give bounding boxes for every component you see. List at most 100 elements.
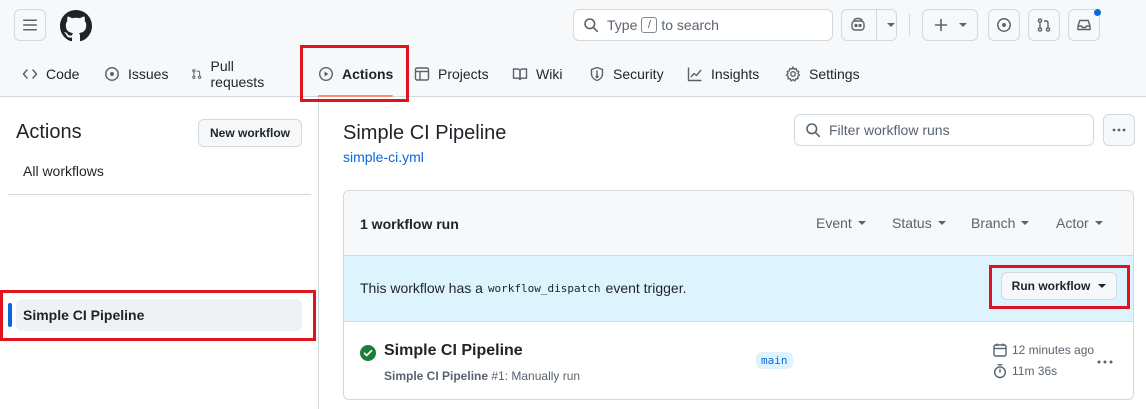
run-title-link[interactable]: Simple CI Pipeline: [384, 342, 523, 360]
book-icon: [512, 68, 528, 81]
search-placeholder-prefix: Type: [607, 17, 638, 33]
code-icon: [22, 69, 38, 79]
dispatch-code: workflow_dispatch: [487, 281, 601, 295]
search-icon: [584, 18, 599, 33]
run-workflow-button[interactable]: Run workflow: [1001, 272, 1117, 300]
shield-icon: [590, 66, 604, 82]
tab-actions-label: Actions: [342, 66, 394, 82]
check-circle-fill-icon: [360, 345, 376, 361]
tab-settings[interactable]: Settings: [785, 52, 860, 96]
tab-pull-requests-label: Pull requests: [210, 58, 265, 90]
tab-pull-requests[interactable]: Pull requests: [191, 52, 269, 96]
search-shortcut-key: /: [641, 17, 658, 33]
workflow-file-link[interactable]: simple-ci.yml: [343, 149, 424, 165]
play-icon: [318, 66, 334, 82]
workflow-title: Simple CI Pipeline: [343, 122, 507, 144]
github-actions-page: Type / to search Code Issues Pull reques…: [0, 0, 1146, 409]
run-duration-label: 11m 36s: [1012, 364, 1058, 378]
tab-projects-label: Projects: [438, 66, 489, 82]
global-header: Type / to search Code Issues Pull reques…: [0, 0, 1146, 97]
workflows-sidebar: Actions New workflow All workflows Simpl…: [0, 97, 319, 409]
stopwatch-icon: [993, 364, 1007, 379]
actor-filter-menu[interactable]: Actor: [1056, 215, 1103, 231]
hamburger-menu-button[interactable]: [14, 9, 46, 41]
workflow-dispatch-banner: This workflow has a workflow_dispatch ev…: [344, 256, 1133, 322]
run-count: 1 workflow run: [360, 216, 459, 232]
run-meta-detail: #1: Manually run: [491, 369, 581, 383]
run-duration: 11m 36s: [992, 363, 1057, 379]
sidebar-item-simple-ci-pipeline[interactable]: Simple CI Pipeline: [16, 299, 302, 331]
actor-filter-label: Actor: [1056, 215, 1089, 231]
filter-workflow-runs-input[interactable]: Filter workflow runs: [794, 114, 1094, 146]
run-meta-workflow-name: Simple CI Pipeline: [384, 369, 489, 383]
search-placeholder-suffix: to search: [661, 17, 719, 33]
tab-issues-label: Issues: [128, 66, 169, 82]
chevron-down-icon: [857, 221, 866, 225]
status-filter-menu[interactable]: Status: [892, 215, 946, 231]
chevron-down-icon: [1094, 221, 1103, 225]
dispatch-suffix: event trigger.: [605, 280, 687, 296]
new-workflow-button[interactable]: New workflow: [198, 119, 302, 147]
branch-label[interactable]: main: [756, 352, 793, 369]
global-search-input[interactable]: Type / to search: [573, 9, 833, 41]
chevron-down-icon: [1021, 221, 1030, 225]
run-workflow-label: Run workflow: [1011, 279, 1091, 293]
status-filter-label: Status: [892, 215, 932, 231]
table-icon: [414, 67, 430, 81]
run-time-ago-label: 12 minutes ago: [1012, 343, 1095, 357]
run-meta: Simple CI Pipeline #1: Manually run: [384, 369, 580, 383]
chevron-down-icon: [887, 23, 895, 27]
tab-insights-label: Insights: [711, 66, 760, 82]
tab-settings-label: Settings: [809, 66, 860, 82]
plus-icon: [934, 18, 948, 32]
issue-opened-icon: [105, 67, 119, 81]
pull-requests-button[interactable]: [1028, 9, 1060, 41]
gear-icon: [785, 66, 801, 82]
header-divider: [909, 14, 910, 36]
run-time-ago: 12 minutes ago: [992, 342, 1094, 358]
github-logo-icon[interactable]: [60, 10, 92, 42]
tab-issues[interactable]: Issues: [104, 52, 168, 96]
inbox-icon: [1077, 19, 1091, 31]
tab-security[interactable]: Security: [589, 52, 664, 96]
chevron-down-icon: [1098, 284, 1107, 288]
tab-wiki[interactable]: Wiki: [512, 52, 562, 96]
event-filter-menu[interactable]: Event: [816, 215, 866, 231]
filter-placeholder: Filter workflow runs: [829, 122, 950, 138]
selected-indicator: [8, 303, 12, 327]
copilot-button[interactable]: [841, 9, 897, 41]
tab-code-label: Code: [46, 66, 80, 82]
tab-wiki-label: Wiki: [536, 66, 563, 82]
create-new-button[interactable]: [922, 9, 978, 41]
branch-filter-label: Branch: [971, 215, 1016, 231]
issues-button[interactable]: [988, 9, 1020, 41]
notification-dot: [1093, 8, 1102, 17]
pull-request-icon: [1037, 18, 1051, 32]
event-filter-label: Event: [816, 215, 852, 231]
tab-code[interactable]: Code: [22, 52, 79, 96]
tab-insights[interactable]: Insights: [687, 52, 759, 96]
pull-request-icon: [192, 69, 202, 79]
sidebar-item-label: Simple CI Pipeline: [23, 307, 145, 323]
all-workflows-link[interactable]: All workflows: [23, 163, 104, 179]
sidebar-title: Actions: [16, 121, 82, 143]
tab-actions[interactable]: Actions: [318, 52, 394, 97]
issue-opened-icon: [997, 18, 1011, 32]
sidebar-divider: [8, 194, 311, 195]
dispatch-message: This workflow has a workflow_dispatch ev…: [360, 280, 686, 296]
calendar-icon: [993, 343, 1007, 357]
kebab-horizontal-icon: [1112, 128, 1126, 132]
chevron-down-icon: [959, 23, 967, 27]
workflow-more-options-button[interactable]: [1103, 114, 1135, 146]
tab-projects[interactable]: Projects: [414, 52, 489, 96]
search-icon: [806, 123, 821, 138]
workflow-runs-box: 1 workflow run Event Status Branch Actor…: [343, 190, 1134, 400]
runs-header: 1 workflow run Event Status Branch Actor: [344, 191, 1133, 256]
workflow-run-row[interactable]: Simple CI Pipeline Simple CI Pipeline #1…: [344, 322, 1133, 399]
kebab-horizontal-icon[interactable]: [1096, 354, 1114, 370]
copilot-icon: [851, 17, 865, 31]
tab-security-label: Security: [613, 66, 664, 82]
chevron-down-icon: [937, 221, 946, 225]
graph-icon: [687, 67, 702, 82]
branch-filter-menu[interactable]: Branch: [971, 215, 1030, 231]
